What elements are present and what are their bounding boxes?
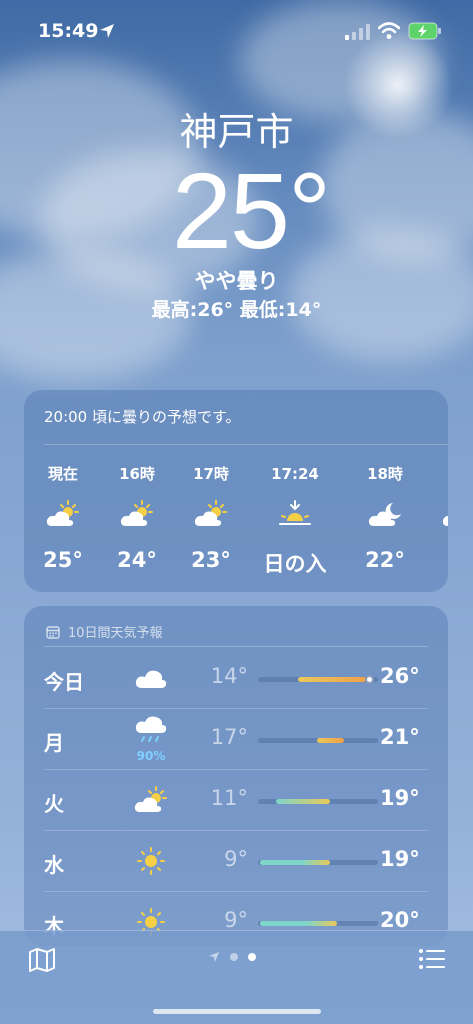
divider — [44, 444, 448, 445]
cellular-signal-icon — [345, 24, 370, 40]
high-temperature: 21° — [380, 725, 420, 749]
page-indicator[interactable] — [208, 951, 256, 963]
hour-item: 1 2 — [424, 462, 448, 572]
high-temperature: 19° — [380, 786, 420, 810]
hourly-summary: 20:00 頃に曇りの予想です。 — [44, 408, 241, 426]
temperature-range-bar — [258, 675, 378, 684]
partly-cloudy-sun-icon — [102, 494, 172, 534]
battery-charging-icon — [408, 22, 441, 40]
wifi-icon — [378, 22, 400, 39]
day-name: 今日 — [44, 670, 84, 694]
hour-label: 現在 — [47, 465, 78, 483]
temperature-range-fill — [316, 738, 345, 743]
hour-label: 18時 — [367, 465, 403, 483]
partly-cloudy-moon-icon — [350, 494, 420, 534]
location-arrow-icon — [209, 952, 219, 962]
divider — [44, 646, 428, 647]
hour-label: 17:24 — [271, 465, 319, 483]
hour-item: 16時 24° — [102, 462, 172, 572]
current-weather-header: 神戸市 25° やや曇り 最高:26° 最低:14° — [0, 108, 473, 324]
low-temperature: 14° — [210, 664, 248, 688]
temperature-range-bar — [258, 738, 378, 743]
high-temperature: 19° — [380, 847, 420, 871]
hour-temperature: 日の入 — [263, 552, 327, 576]
high-low-temperature: 最高:26° 最低:14° — [151, 299, 322, 321]
sunset-icon — [260, 494, 330, 534]
temperature-range-bar — [258, 799, 378, 804]
high-temperature: 20° — [380, 908, 420, 932]
high-temperature: 26° — [380, 664, 420, 688]
list-icon[interactable] — [418, 947, 446, 971]
day-name: 水 — [44, 853, 64, 877]
page-dot-active — [248, 953, 256, 961]
precip-chance: 90% — [136, 749, 166, 763]
page-dot — [230, 953, 238, 961]
map-icon[interactable] — [28, 947, 56, 973]
partly-cloudy-sun-icon — [176, 494, 246, 534]
hour-item: 現在 25° — [28, 462, 98, 572]
current-temperature: 25° — [171, 150, 331, 271]
hour-item: 17:24 日の入 — [260, 462, 330, 578]
day-name: 火 — [44, 792, 64, 816]
hour-label: 1 — [424, 462, 448, 486]
partly-cloudy-sun-icon — [28, 494, 98, 534]
home-indicator — [153, 1009, 321, 1014]
hour-temperature: 25° — [43, 548, 83, 572]
cloud-icon — [128, 660, 174, 696]
current-temperature-marker — [364, 675, 374, 684]
status-bar: 15:49 — [0, 0, 473, 56]
calendar-icon — [46, 625, 60, 639]
location-arrow-icon — [100, 24, 114, 38]
hour-temperature: 22° — [365, 548, 405, 572]
bottom-toolbar — [0, 930, 473, 1024]
partly-cloudy-moon-icon — [424, 494, 448, 534]
hour-label: 17時 — [193, 465, 229, 483]
status-time: 15:49 — [38, 20, 99, 42]
hour-item: 18時 22° — [350, 462, 420, 572]
day-row[interactable]: 水 9° 19° — [24, 831, 448, 891]
sun-icon — [128, 843, 174, 879]
ten-day-forecast-card[interactable]: 10日間天気予報 今日 14° 26° 月 90% 17° 21° 火 11° … — [24, 606, 448, 946]
day-row[interactable]: 火 11° 19° — [24, 770, 448, 830]
temperature-range-fill — [297, 675, 374, 684]
temperature-range-fill — [260, 921, 338, 926]
temperature-range-bar — [258, 860, 378, 865]
hourly-forecast-card[interactable]: 20:00 頃に曇りの予想です。 現在 25° 16時 24° 17時 23° … — [24, 390, 448, 592]
cloud-rain-icon — [128, 713, 174, 749]
day-name: 月 — [44, 731, 64, 755]
day-row[interactable]: 月 90% 17° 21° — [24, 709, 448, 769]
day-row[interactable]: 今日 14° 26° — [24, 648, 448, 708]
ten-day-title-label: 10日間天気予報 — [68, 626, 163, 641]
hour-item: 17時 23° — [176, 462, 246, 572]
city-name: 神戸市 — [179, 110, 294, 154]
hour-temperature: 2 — [424, 548, 448, 572]
temperature-range-bar — [258, 921, 378, 926]
ten-day-title: 10日間天気予報 — [46, 622, 163, 641]
hour-label: 16時 — [119, 465, 155, 483]
partly-cloudy-sun-icon — [128, 782, 174, 818]
temperature-range-fill — [260, 860, 330, 865]
low-temperature: 17° — [210, 725, 248, 749]
low-temperature: 11° — [210, 786, 248, 810]
low-temperature: 9° — [224, 908, 248, 932]
hour-temperature: 24° — [117, 548, 157, 572]
current-condition: やや曇り — [194, 269, 279, 293]
temperature-range-fill — [276, 799, 330, 804]
low-temperature: 9° — [224, 847, 248, 871]
hour-temperature: 23° — [191, 548, 231, 572]
